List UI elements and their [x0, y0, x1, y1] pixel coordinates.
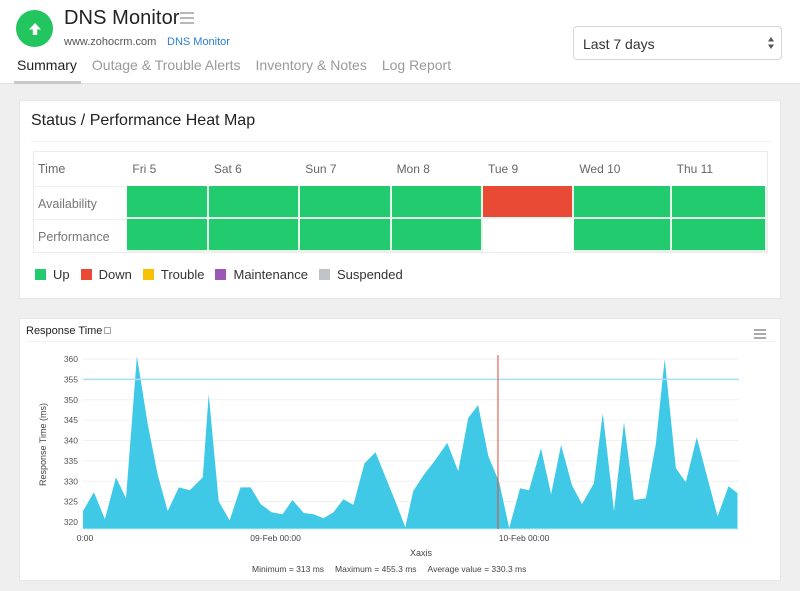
hamburger-menu-icon[interactable]	[180, 12, 194, 24]
legend-label: Maintenance	[233, 267, 308, 282]
response-time-area	[83, 356, 738, 529]
heatmap-day-header: Thu 11	[676, 162, 714, 176]
heatmap-cell-up[interactable]	[127, 186, 209, 219]
heatmap-row-label: Availability	[34, 186, 128, 219]
tab-bar: Summary Outage & Trouble Alerts Inventor…	[14, 57, 463, 84]
monitor-header: DNS Monitor www.zohocrm.com DNS Monitor …	[0, 0, 800, 84]
x-axis-title: Xaxis	[410, 548, 433, 558]
legend-swatch	[142, 269, 154, 280]
legend-swatch	[80, 269, 92, 280]
y-tick-label: 335	[64, 456, 78, 466]
y-tick-label: 350	[64, 395, 78, 405]
y-tick-label: 325	[64, 497, 78, 507]
heatmap-row-label: Performance	[34, 219, 128, 252]
heatmap-cell-up[interactable]	[391, 219, 483, 252]
page-title: DNS Monitor	[64, 7, 180, 29]
status-up-badge	[16, 10, 53, 47]
tab-summary[interactable]: Summary	[14, 57, 81, 84]
heatmap-header-row: Time Fri 5 Sat 6 Sun 7 Mon 8 Tue 9 Wed 10 Thu …	[34, 152, 767, 186]
heatmap-day-header: Sun 7	[305, 162, 337, 176]
x-tick-label: 10-Feb 00:00	[499, 533, 550, 543]
legend-label: Down	[98, 267, 132, 282]
tab-inventory-notes[interactable]: Inventory & Notes	[253, 57, 371, 84]
period-select-value: Last 7 days	[583, 36, 655, 52]
heatmap-cell-up[interactable]	[574, 186, 672, 219]
legend-label: Trouble	[160, 267, 205, 282]
y-tick-label: 355	[64, 374, 78, 384]
y-axis-title: Response Time (ms)	[38, 403, 48, 486]
heatmap-cell-up[interactable]	[127, 219, 209, 252]
legend-item-maintenance[interactable]: Maintenance	[215, 267, 308, 282]
legend-item-up[interactable]: Up	[35, 267, 70, 282]
heatmap-cell-up[interactable]	[671, 186, 767, 219]
heatmap-cell-up[interactable]	[208, 186, 301, 219]
heatmap-legend: Up Down Trouble Maintenance Suspended	[35, 267, 414, 282]
heatmap-row-performance: Performance	[34, 219, 767, 252]
monitor-host: www.zohocrm.com	[64, 36, 157, 48]
y-tick-label: 360	[64, 354, 78, 364]
heatmap-cell-up[interactable]	[574, 219, 672, 252]
heatmap-cell-up[interactable]	[300, 186, 392, 219]
monitor-type-link[interactable]: DNS Monitor	[167, 36, 230, 48]
heatmap-title: Status / Performance Heat Map	[31, 112, 256, 129]
response-time-card: Response Time 320 325 330 335 340 345 350 355 36…	[19, 318, 781, 581]
divider	[31, 141, 771, 142]
heatmap-cell-up[interactable]	[208, 219, 301, 252]
select-arrows-icon	[768, 37, 774, 49]
tab-log-report[interactable]: Log Report	[379, 57, 455, 84]
heatmap-row-availability: Availability	[34, 186, 767, 219]
heatmap-day-header: Tue 9	[487, 162, 519, 176]
legend-label: Suspended	[336, 267, 403, 282]
legend-swatch	[318, 269, 330, 280]
legend-swatch	[35, 269, 46, 280]
heatmap-day-header: Mon 8	[396, 162, 430, 176]
legend-item-down[interactable]: Down	[80, 267, 132, 282]
legend-swatch	[215, 269, 227, 280]
heatmap-cell-up[interactable]	[300, 219, 392, 252]
chart-stats: Minimum = 313 ms Maximum = 455.3 ms Aver…	[252, 564, 537, 574]
arrow-up-icon	[28, 22, 41, 35]
heatmap-day-header: Sat 6	[213, 162, 242, 176]
legend-item-trouble[interactable]: Trouble	[142, 267, 205, 282]
heatmap-cell-up[interactable]	[391, 186, 483, 219]
heatmap-cell-up[interactable]	[671, 219, 767, 252]
time-header: Time	[38, 162, 66, 176]
y-tick-label: 330	[64, 476, 78, 486]
heatmap-day-header: Fri 5	[132, 162, 157, 176]
heatmap-day-header: Wed 10	[579, 162, 621, 176]
stat-maximum: Maximum = 455.3 ms	[335, 564, 417, 574]
response-time-chart: 320 325 330 335 340 345 350 355 360 0:00 09-Feb 00…	[38, 354, 739, 558]
y-tick-label: 340	[64, 436, 78, 446]
y-tick-label: 320	[64, 517, 78, 527]
tab-outage-trouble-alerts[interactable]: Outage & Trouble Alerts	[89, 57, 245, 84]
stat-average: Average value = 330.3 ms	[427, 564, 527, 574]
heatmap-cell-down[interactable]	[482, 186, 575, 219]
y-tick-label: 345	[64, 415, 78, 425]
heatmap-table: Time Fri 5 Sat 6 Sun 7 Mon 8 Tue 9 Wed 10 Thu …	[33, 151, 768, 253]
heatmap-card: Status / Performance Heat Map Time Fri 5…	[19, 100, 781, 299]
period-select[interactable]: Last 7 days	[573, 26, 782, 60]
legend-label: Up	[53, 267, 70, 282]
x-tick-label: 0:00	[77, 533, 94, 543]
x-tick-label: 09-Feb 00:00	[250, 533, 301, 543]
legend-item-suspended[interactable]: Suspended	[318, 267, 403, 282]
stat-minimum: Minimum = 313 ms	[252, 564, 325, 574]
heatmap-cell-none[interactable]	[482, 219, 575, 252]
